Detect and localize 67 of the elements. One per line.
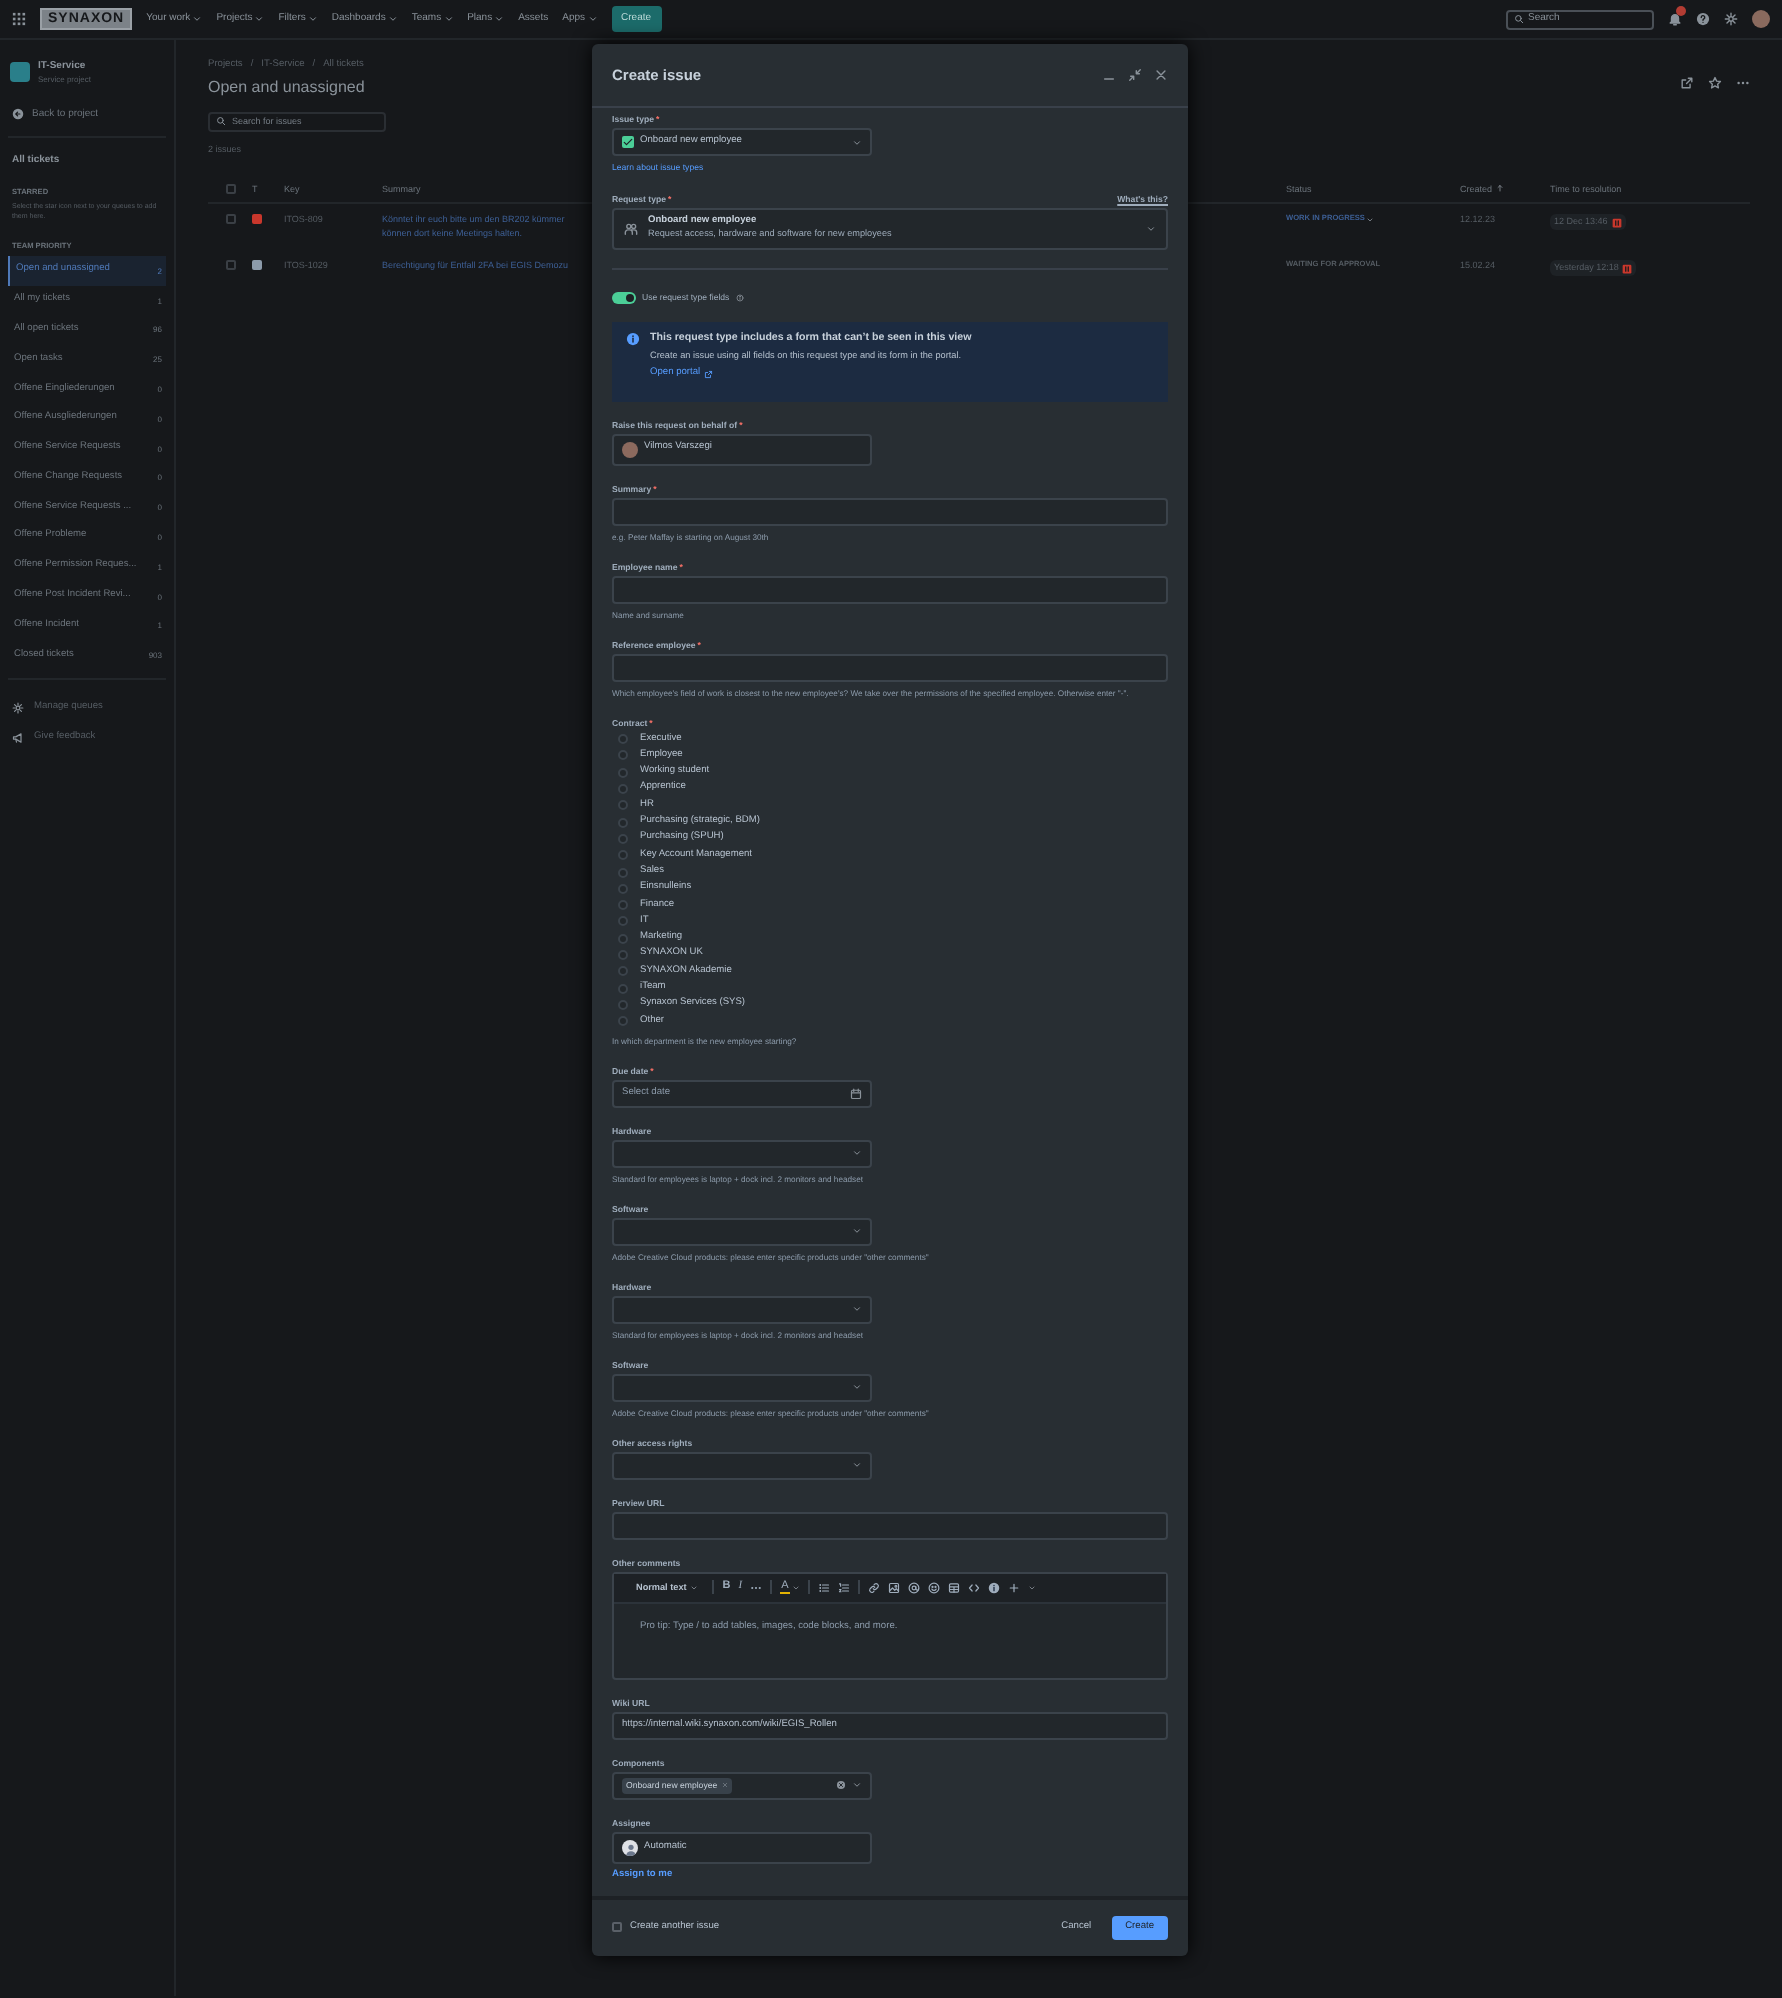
bullet-list-icon[interactable] xyxy=(817,1581,830,1594)
pause-icon xyxy=(1611,217,1622,228)
pause-icon xyxy=(1622,263,1633,274)
chevron-icon xyxy=(387,14,398,24)
plus-icon[interactable] xyxy=(1007,1581,1020,1594)
calendar-icon xyxy=(850,1087,862,1100)
mention-icon[interactable] xyxy=(907,1581,920,1594)
back-arrow-icon xyxy=(12,107,24,120)
text-field[interactable] xyxy=(612,653,1168,681)
issue-type-icon xyxy=(622,136,634,148)
select-field[interactable] xyxy=(612,1373,872,1402)
numbered-list-icon[interactable] xyxy=(837,1581,850,1594)
emoji-icon[interactable] xyxy=(927,1581,940,1594)
user-avatar[interactable] xyxy=(1752,10,1770,28)
chevron-icon xyxy=(852,1148,862,1159)
text-field[interactable] xyxy=(612,575,1168,603)
external-link-icon xyxy=(704,370,714,380)
gear-icon xyxy=(12,701,24,714)
table-icon[interactable] xyxy=(947,1581,960,1594)
app-grid-icon[interactable] xyxy=(12,12,26,26)
select-field[interactable] xyxy=(612,1217,872,1246)
search-icon xyxy=(1514,14,1524,24)
toggle-switch[interactable] xyxy=(612,291,636,303)
avatar-silhouette xyxy=(622,1839,638,1856)
help-icon[interactable] xyxy=(1696,12,1710,26)
star-icon[interactable] xyxy=(1708,76,1722,90)
select-field[interactable] xyxy=(612,1139,872,1168)
text-field[interactable] xyxy=(612,1511,1168,1540)
close-icon[interactable] xyxy=(1154,68,1168,82)
chevron-icon xyxy=(852,1382,862,1393)
settings-icon[interactable] xyxy=(1724,12,1738,26)
chevron-icon[interactable] xyxy=(852,1780,862,1791)
text-field[interactable] xyxy=(612,497,1168,525)
chevron-icon xyxy=(852,1460,862,1471)
chevron-icon xyxy=(587,14,598,24)
collapse-icon[interactable] xyxy=(1128,68,1142,82)
user-avatar xyxy=(622,441,638,457)
select-field[interactable] xyxy=(612,1451,872,1480)
image-icon[interactable] xyxy=(887,1581,900,1594)
row-checkbox[interactable] xyxy=(226,214,236,225)
chevron-icon xyxy=(852,137,862,147)
link-icon[interactable] xyxy=(867,1581,880,1594)
select-field[interactable] xyxy=(612,1295,872,1324)
info-icon xyxy=(626,331,640,345)
chevron-icon xyxy=(852,1304,862,1315)
search-icon xyxy=(216,116,226,127)
more-icon[interactable] xyxy=(1736,76,1750,90)
megaphone-icon xyxy=(12,731,24,744)
chevron-icon xyxy=(852,1226,862,1237)
chevron-icon xyxy=(307,14,318,24)
remove-icon xyxy=(721,1782,728,1789)
clear-icon[interactable] xyxy=(836,1780,846,1791)
chevron-icon xyxy=(443,14,454,24)
select-all-checkbox[interactable] xyxy=(226,183,236,194)
project-icon xyxy=(10,61,30,82)
info-icon xyxy=(735,293,744,301)
info-icon[interactable] xyxy=(987,1581,1000,1594)
chevron-icon xyxy=(254,14,265,24)
chevron-icon xyxy=(192,14,203,24)
share-icon[interactable] xyxy=(1680,76,1694,90)
chevron-icon xyxy=(1146,223,1156,233)
code-icon[interactable] xyxy=(967,1581,980,1594)
page-title: Open and unassigned xyxy=(208,78,365,100)
row-checkbox[interactable] xyxy=(226,260,236,271)
chevron-icon xyxy=(494,14,505,24)
notification-icon[interactable] xyxy=(1668,12,1682,26)
people-icon xyxy=(624,221,638,235)
